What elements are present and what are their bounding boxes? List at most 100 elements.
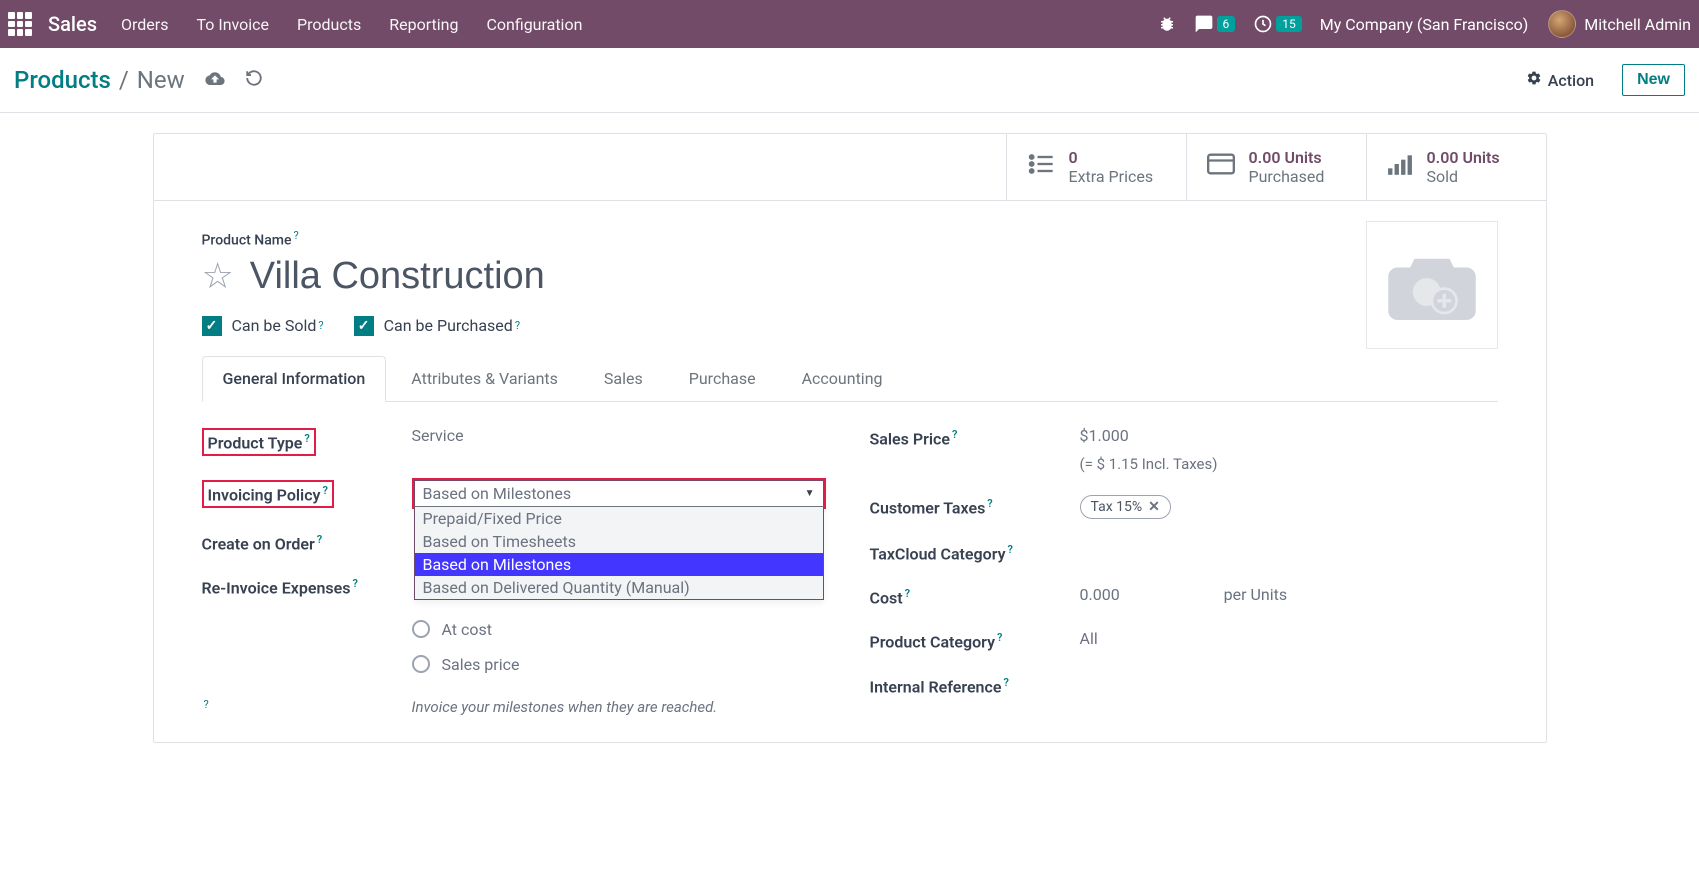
- taxcloud-category-label: TaxCloud Category: [870, 544, 1006, 563]
- radio-sales-price[interactable]: Sales price: [412, 655, 830, 674]
- option-milestones[interactable]: Based on Milestones: [415, 553, 823, 576]
- company-selector[interactable]: My Company (San Francisco): [1320, 15, 1529, 34]
- tab-accounting[interactable]: Accounting: [781, 356, 904, 401]
- help-icon[interactable]: ?: [293, 229, 298, 242]
- invoicing-helper-text: Invoice your milestones when they are re…: [412, 698, 830, 718]
- nav-configuration[interactable]: Configuration: [486, 15, 582, 34]
- stat-sold[interactable]: 0.00 Units Sold: [1366, 134, 1546, 200]
- help-icon[interactable]: ?: [905, 587, 910, 600]
- stat-buttons: 0 Extra Prices 0.00 Units Purchased 0.: [154, 134, 1546, 201]
- user-avatar-icon: [1548, 10, 1576, 38]
- option-delivered[interactable]: Based on Delivered Quantity (Manual): [415, 576, 823, 599]
- sales-price-label: Sales Price: [870, 429, 950, 448]
- help-icon[interactable]: ?: [997, 631, 1002, 644]
- radio-icon: [412, 620, 430, 638]
- stat-label: Extra Prices: [1069, 167, 1154, 186]
- tax-tag-label: Tax 15%: [1091, 499, 1143, 515]
- invoicing-policy-label-highlight: Invoicing Policy?: [202, 480, 334, 508]
- reinvoice-expenses-label: Re-Invoice Expenses: [202, 579, 351, 598]
- cost-value[interactable]: 0.000: [1080, 585, 1120, 604]
- create-on-order-label: Create on Order: [202, 534, 315, 553]
- help-icon[interactable]: ?: [304, 432, 309, 445]
- camera-plus-icon: [1387, 250, 1477, 320]
- nav-to-invoice[interactable]: To Invoice: [196, 15, 269, 34]
- product-type-value[interactable]: Service: [412, 426, 830, 445]
- chevron-down-icon: ▼: [805, 488, 815, 499]
- breadcrumb-products[interactable]: Products: [14, 66, 111, 94]
- sales-price-value[interactable]: $1.000: [1080, 426, 1498, 445]
- sales-price-incl-taxes: (= $ 1.15 Incl. Taxes): [1080, 455, 1498, 473]
- card-icon: [1207, 152, 1235, 182]
- help-icon[interactable]: ?: [952, 428, 957, 441]
- help-icon[interactable]: ?: [204, 698, 209, 711]
- app-title[interactable]: Sales: [48, 12, 97, 36]
- new-button[interactable]: New: [1622, 64, 1685, 96]
- content-area: 0 Extra Prices 0.00 Units Purchased 0.: [0, 113, 1699, 743]
- product-name-input[interactable]: [250, 255, 1050, 298]
- product-type-label-highlight: Product Type?: [202, 428, 316, 456]
- stat-extra-prices[interactable]: 0 Extra Prices: [1006, 134, 1186, 200]
- can-be-purchased-label: Can be Purchased: [384, 316, 513, 335]
- gear-icon: [1526, 70, 1542, 90]
- barchart-icon: [1387, 152, 1413, 182]
- nav-reporting[interactable]: Reporting: [389, 15, 458, 34]
- tabs: General Information Attributes & Variant…: [202, 356, 1498, 402]
- can-be-purchased-checkbox[interactable]: ✓ Can be Purchased?: [354, 316, 520, 336]
- cost-label: Cost: [870, 588, 903, 607]
- tab-purchase[interactable]: Purchase: [668, 356, 777, 401]
- tab-sales[interactable]: Sales: [583, 356, 664, 401]
- action-menu[interactable]: Action: [1526, 70, 1594, 90]
- nav-products[interactable]: Products: [297, 15, 361, 34]
- cost-unit: per Units: [1224, 585, 1287, 604]
- invoicing-policy-dropdown-highlight: Based on Milestones ▼ Prepaid/Fixed Pric…: [412, 478, 826, 509]
- form-card: 0 Extra Prices 0.00 Units Purchased 0.: [153, 133, 1547, 743]
- activities-icon[interactable]: 15: [1253, 14, 1302, 34]
- user-menu[interactable]: Mitchell Admin: [1548, 10, 1691, 38]
- activities-badge: 15: [1276, 16, 1302, 32]
- customer-taxes-label: Customer Taxes: [870, 498, 986, 517]
- tab-general-information[interactable]: General Information: [202, 356, 387, 402]
- can-be-sold-label: Can be Sold: [232, 316, 317, 335]
- product-image-upload[interactable]: [1366, 221, 1498, 349]
- debug-icon[interactable]: [1158, 15, 1176, 33]
- help-icon[interactable]: ?: [317, 533, 322, 546]
- can-be-sold-checkbox[interactable]: ✓ Can be Sold?: [202, 316, 324, 336]
- right-column: Sales Price? $1.000 (= $ 1.15 Incl. Taxe…: [870, 426, 1498, 718]
- left-column: Product Type? Service Invoicing Policy?: [202, 426, 830, 718]
- help-icon[interactable]: ?: [1008, 543, 1013, 556]
- action-label: Action: [1548, 71, 1594, 90]
- product-category-value[interactable]: All: [1080, 629, 1498, 648]
- help-icon[interactable]: ?: [1003, 676, 1008, 689]
- help-icon[interactable]: ?: [515, 319, 520, 332]
- breadcrumb-current: New: [137, 66, 185, 94]
- nav-orders[interactable]: Orders: [121, 15, 168, 34]
- radio-at-cost-label: At cost: [442, 620, 493, 639]
- option-timesheets[interactable]: Based on Timesheets: [415, 530, 823, 553]
- invoicing-policy-label: Invoicing Policy: [208, 485, 321, 504]
- radio-at-cost[interactable]: At cost: [412, 620, 830, 639]
- tab-attributes-variants[interactable]: Attributes & Variants: [390, 356, 579, 401]
- discard-icon[interactable]: [245, 69, 263, 92]
- invoicing-policy-options: Prepaid/Fixed Price Based on Timesheets …: [414, 507, 824, 600]
- option-prepaid[interactable]: Prepaid/Fixed Price: [415, 507, 823, 530]
- help-icon[interactable]: ?: [322, 484, 327, 497]
- stat-label: Purchased: [1249, 167, 1325, 186]
- radio-sales-price-label: Sales price: [442, 655, 520, 674]
- help-icon[interactable]: ?: [987, 497, 992, 510]
- internal-reference-label: Internal Reference: [870, 677, 1002, 696]
- invoicing-policy-select[interactable]: Based on Milestones ▼: [414, 480, 824, 507]
- stat-purchased[interactable]: 0.00 Units Purchased: [1186, 134, 1366, 200]
- stat-value: 0.00 Units: [1427, 148, 1500, 167]
- list-icon: [1027, 152, 1055, 183]
- tax-remove-icon[interactable]: ✕: [1148, 499, 1160, 515]
- radio-icon: [412, 655, 430, 673]
- tax-tag[interactable]: Tax 15% ✕: [1080, 495, 1171, 519]
- help-icon[interactable]: ?: [352, 577, 357, 590]
- apps-menu-icon[interactable]: [8, 12, 32, 36]
- user-name: Mitchell Admin: [1584, 15, 1691, 34]
- help-icon[interactable]: ?: [318, 319, 323, 332]
- messaging-icon[interactable]: 6: [1194, 14, 1236, 34]
- save-cloud-icon[interactable]: [205, 69, 225, 92]
- favorite-star-icon[interactable]: ☆: [202, 255, 234, 297]
- form-body: Product Name? ☆ ✓ Can be Sold? ✓ Can be …: [154, 201, 1546, 742]
